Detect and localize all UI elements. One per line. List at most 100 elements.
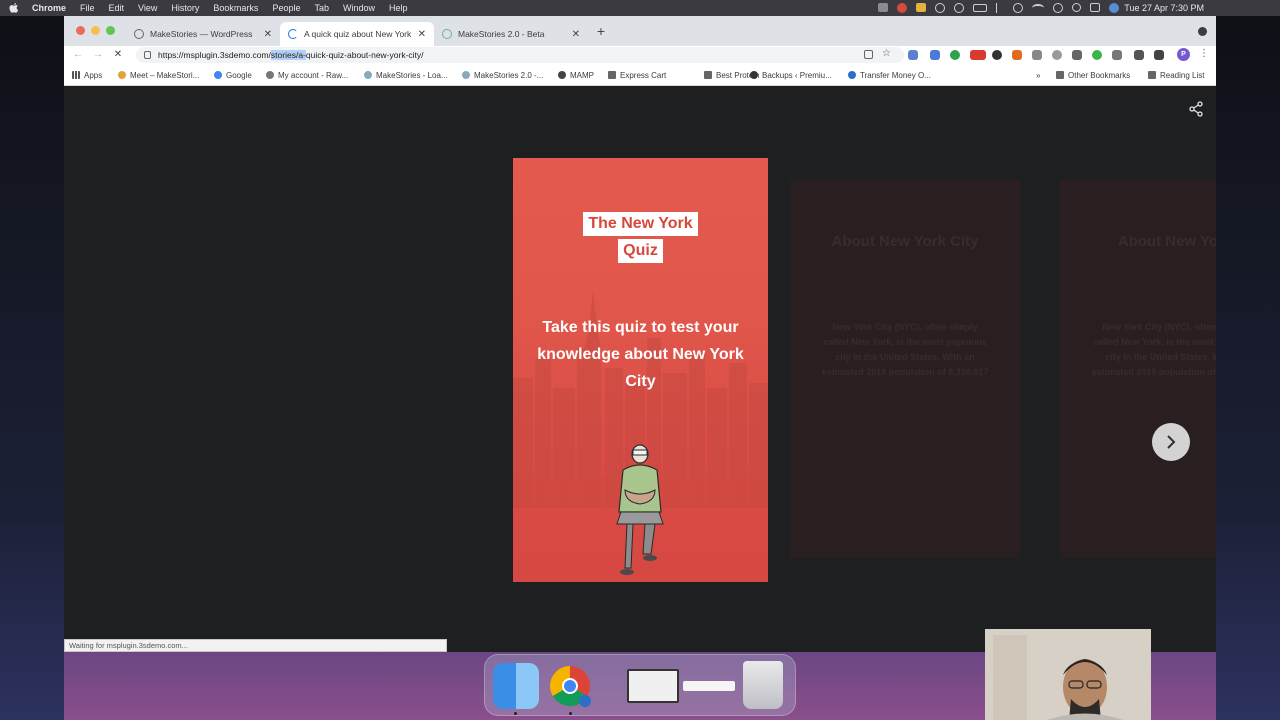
story-page-card[interactable]: The New York Quiz Take this quiz to test… — [513, 158, 768, 582]
menu-bookmarks[interactable]: Bookmarks — [213, 3, 258, 13]
bookmark-favicon — [118, 71, 126, 79]
tab-search-icon[interactable] — [1198, 27, 1207, 36]
menu-window[interactable]: Window — [343, 3, 375, 13]
bookmark-star-icon[interactable]: ☆ — [882, 48, 891, 59]
following-story-page-preview[interactable]: About New York New York City (NYC), ofte… — [1060, 180, 1216, 558]
cast-icon[interactable] — [1013, 3, 1023, 13]
spotlight-search-icon[interactable] — [1072, 3, 1081, 12]
reading-mode-icon[interactable] — [1154, 50, 1164, 60]
window-minimize-button[interactable] — [91, 26, 100, 35]
menu-view[interactable]: View — [138, 3, 157, 13]
screen-icon[interactable] — [878, 3, 888, 12]
bookmark-other-bookmarks[interactable]: Other Bookmarks — [1056, 64, 1130, 86]
menu-edit[interactable]: Edit — [109, 3, 125, 13]
extensions-puzzle-icon[interactable] — [1134, 50, 1144, 60]
record-icon[interactable] — [897, 3, 907, 13]
tab-new-york-quiz[interactable]: A quick quiz about New York C ✕ — [280, 22, 434, 46]
new-tab-button[interactable]: + — [594, 24, 608, 38]
extension-leaf-icon[interactable] — [1092, 50, 1102, 60]
bookmark-my-account[interactable]: My account - Raw... — [266, 64, 348, 86]
lock-icon[interactable] — [144, 51, 151, 59]
bookmark-apps[interactable]: Apps — [72, 64, 102, 86]
extension-green-icon[interactable] — [950, 50, 960, 60]
menu-history[interactable]: History — [171, 3, 199, 13]
menu-help[interactable]: Help — [389, 3, 408, 13]
tab-label: MakeStories — WordPress — [150, 29, 253, 39]
address-bar[interactable]: https://msplugin.3sdemo.com/stories/a-qu… — [136, 47, 904, 63]
menu-people[interactable]: People — [272, 3, 300, 13]
siri-icon[interactable] — [1109, 3, 1119, 13]
extension-blue-icon[interactable] — [930, 50, 940, 60]
menu-file[interactable]: File — [80, 3, 95, 13]
apple-icon[interactable] — [8, 2, 20, 14]
extension-orange-icon[interactable] — [1012, 50, 1022, 60]
preview-title: About New York — [1117, 233, 1216, 250]
address-url[interactable]: https://msplugin.3sdemo.com/stories/a-qu… — [158, 50, 424, 60]
qr-code-icon[interactable] — [864, 50, 873, 59]
bookmark-express-cart[interactable]: Express Cart — [608, 64, 666, 86]
notes-icon[interactable] — [916, 3, 926, 12]
bluetooth-icon[interactable] — [996, 3, 1004, 13]
bookmark-mamp[interactable]: MAMP — [558, 64, 594, 86]
running-indicator — [569, 712, 572, 715]
extension-tool-icon[interactable] — [1072, 50, 1082, 60]
menu-kebab-icon[interactable]: ⋮ — [1199, 48, 1209, 59]
tab-makestories-wordpress[interactable]: MakeStories — WordPress ✕ — [126, 22, 280, 46]
tab-makestories-beta[interactable]: MakeStories 2.0 - Beta ✕ — [434, 22, 588, 46]
tab-close-icon[interactable]: ✕ — [418, 29, 426, 40]
bookmark-favicon — [750, 71, 758, 79]
trash-icon[interactable] — [743, 661, 783, 709]
chrome-icon[interactable] — [547, 663, 593, 709]
window-close-button[interactable] — [76, 26, 85, 35]
bookmark-favicon — [364, 71, 372, 79]
window-zoom-button[interactable] — [106, 26, 115, 35]
menubar-app-name[interactable]: Chrome — [32, 3, 66, 13]
minimized-window-thumbnail[interactable] — [683, 681, 735, 691]
bookmark-google[interactable]: Google — [214, 64, 252, 86]
tab-close-icon[interactable]: ✕ — [264, 29, 272, 40]
share-icon[interactable] — [1188, 101, 1204, 117]
next-story-page-preview[interactable]: About New York City New York City (NYC),… — [790, 180, 1020, 558]
bookmarks-overflow-button[interactable]: » — [1036, 64, 1040, 86]
preview-body: New York City (NYC), often simply called… — [1091, 322, 1216, 377]
tab-close-icon[interactable]: ✕ — [572, 29, 580, 40]
stop-loading-icon[interactable]: ✕ — [112, 49, 124, 61]
minimized-window-thumbnail[interactable] — [627, 669, 679, 703]
story-title-line-2: Quiz — [618, 239, 663, 263]
wifi-icon[interactable] — [1032, 4, 1044, 12]
user-icon[interactable] — [1053, 3, 1063, 13]
back-arrow-icon[interactable]: ← — [72, 49, 84, 61]
extension-dark-icon[interactable] — [992, 50, 1002, 60]
forward-arrow-icon[interactable]: → — [92, 49, 104, 61]
bookmark-backups[interactable]: Backups ‹ Premiu... — [750, 64, 832, 86]
reading-list-button[interactable]: Reading List — [1148, 64, 1204, 86]
extension-badge-icon[interactable] — [970, 50, 986, 60]
makestories-icon — [442, 29, 452, 39]
desktop-right-strip — [1216, 16, 1280, 720]
bookmark-makestories-loa[interactable]: MakeStories - Loa... — [364, 64, 448, 86]
google-icon — [214, 71, 222, 79]
tab-label: A quick quiz about New York C — [304, 29, 414, 39]
control-center-icon[interactable] — [1090, 3, 1100, 12]
translate-extension-icon[interactable] — [908, 50, 918, 60]
bookmark-transfer-money[interactable]: Transfer Money O... — [848, 64, 931, 86]
profile-avatar[interactable]: P — [1177, 48, 1190, 61]
running-indicator — [514, 712, 517, 715]
next-page-button[interactable] — [1152, 423, 1190, 461]
extension-grey-icon[interactable] — [1032, 50, 1042, 60]
extension-link-icon[interactable] — [1112, 50, 1122, 60]
bookmark-favicon — [462, 71, 470, 79]
play-icon[interactable] — [935, 3, 945, 13]
battery-icon[interactable] — [973, 4, 987, 12]
menubar-clock[interactable]: Tue 27 Apr 7:30 PM — [1124, 0, 1204, 16]
bookmark-makestories-2[interactable]: MakeStories 2.0 -... — [462, 64, 543, 86]
finder-icon[interactable] — [493, 663, 539, 709]
clock-icon[interactable] — [954, 3, 964, 13]
extension-round-icon[interactable] — [1052, 50, 1062, 60]
bookmark-favicon — [558, 71, 566, 79]
bookmark-favicon — [266, 71, 274, 79]
desktop-left-strip — [0, 16, 64, 720]
menu-tab[interactable]: Tab — [314, 3, 329, 13]
bookmark-favicon — [848, 71, 856, 79]
bookmark-meet[interactable]: Meet – MakeStori... — [118, 64, 199, 86]
